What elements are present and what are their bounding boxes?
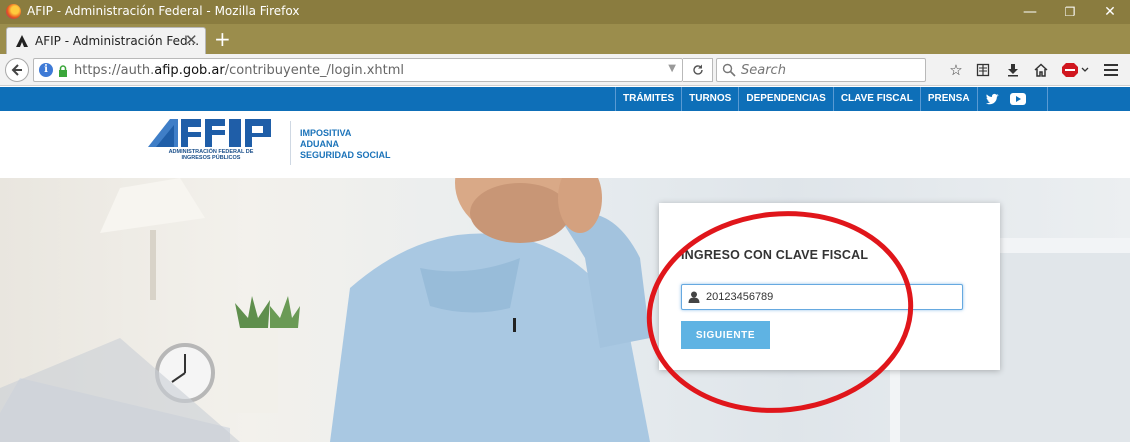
info-icon[interactable]: i <box>39 63 53 77</box>
cuit-input[interactable] <box>706 289 956 305</box>
adblock-icon[interactable] <box>1058 60 1092 80</box>
nav-tramites[interactable]: TRÁMITES <box>615 87 683 111</box>
tab-strip: AFIP - Administración Fed... ✕ + <box>0 24 1130 54</box>
nav-turnos[interactable]: TURNOS <box>682 87 740 111</box>
youtube-icon[interactable] <box>1009 93 1026 105</box>
firefox-logo-icon <box>6 4 21 19</box>
url-dropdown-icon[interactable]: ▼ <box>668 63 676 74</box>
lock-icon <box>59 65 67 77</box>
close-tab-icon[interactable]: ✕ <box>185 31 198 49</box>
service-aduana: ADUANA <box>300 139 339 149</box>
social-links <box>978 87 1048 111</box>
service-seguridad-social: SEGURIDAD SOCIAL <box>300 150 391 160</box>
search-icon <box>722 63 736 77</box>
services-list: IMPOSITIVA ADUANA SEGURIDAD SOCIAL <box>300 128 391 161</box>
nav-prensa[interactable]: PRENSA <box>921 87 978 111</box>
close-window-button[interactable]: ✕ <box>1090 0 1130 24</box>
logo-subtitle: ADMINISTRACIÓN FEDERAL DE INGRESOS PÚBLI… <box>168 149 254 161</box>
site-nav: TRÁMITES TURNOS DEPENDENCIAS CLAVE FISCA… <box>615 87 1048 111</box>
login-card: INGRESO CON CLAVE FISCAL SIGUIENTE <box>659 203 1000 370</box>
navigation-toolbar: i https://auth.afip.gob.ar/contribuyente… <box>0 54 1130 86</box>
bookmark-star-icon[interactable]: ☆ <box>945 60 967 80</box>
window-title: AFIP - Administración Federal - Mozilla … <box>27 4 300 18</box>
tab-afip[interactable]: AFIP - Administración Fed... ✕ <box>6 27 206 54</box>
logo-divider <box>290 121 291 165</box>
user-icon <box>688 291 700 303</box>
url-bar[interactable]: i https://auth.afip.gob.ar/contribuyente… <box>33 58 683 82</box>
nav-clave-fiscal[interactable]: CLAVE FISCAL <box>834 87 921 111</box>
login-title: INGRESO CON CLAVE FISCAL <box>681 248 869 262</box>
twitter-icon[interactable] <box>985 93 1000 105</box>
service-impositiva: IMPOSITIVA <box>300 128 352 138</box>
cuit-field[interactable] <box>681 284 963 310</box>
window-title-bar: AFIP - Administración Federal - Mozilla … <box>0 0 1130 24</box>
back-arrow-icon <box>11 64 22 76</box>
back-button[interactable] <box>5 58 29 82</box>
site-top-bar: TRÁMITES TURNOS DEPENDENCIAS CLAVE FISCA… <box>0 87 1130 111</box>
reload-button[interactable] <box>683 58 713 82</box>
reload-icon <box>692 64 703 75</box>
siguiente-button[interactable]: SIGUIENTE <box>681 321 770 349</box>
home-icon[interactable] <box>1030 60 1052 80</box>
menu-icon[interactable] <box>1100 60 1122 80</box>
reading-list-icon[interactable] <box>972 60 994 80</box>
afip-favicon-icon <box>16 35 28 47</box>
tab-label: AFIP - Administración Fed... <box>35 34 200 48</box>
afip-logo[interactable] <box>148 117 274 171</box>
url-text: https://auth.afip.gob.ar/contribuyente_/… <box>74 63 405 78</box>
downloads-icon[interactable] <box>1002 60 1024 80</box>
nav-dependencias[interactable]: DEPENDENCIAS <box>739 87 834 111</box>
search-bar[interactable] <box>716 58 926 82</box>
restore-button[interactable]: ❐ <box>1050 0 1090 24</box>
minimize-button[interactable]: — <box>1010 0 1050 24</box>
site-header: ADMINISTRACIÓN FEDERAL DE INGRESOS PÚBLI… <box>0 111 1130 178</box>
search-input[interactable] <box>741 61 921 79</box>
new-tab-button[interactable]: + <box>214 28 231 50</box>
